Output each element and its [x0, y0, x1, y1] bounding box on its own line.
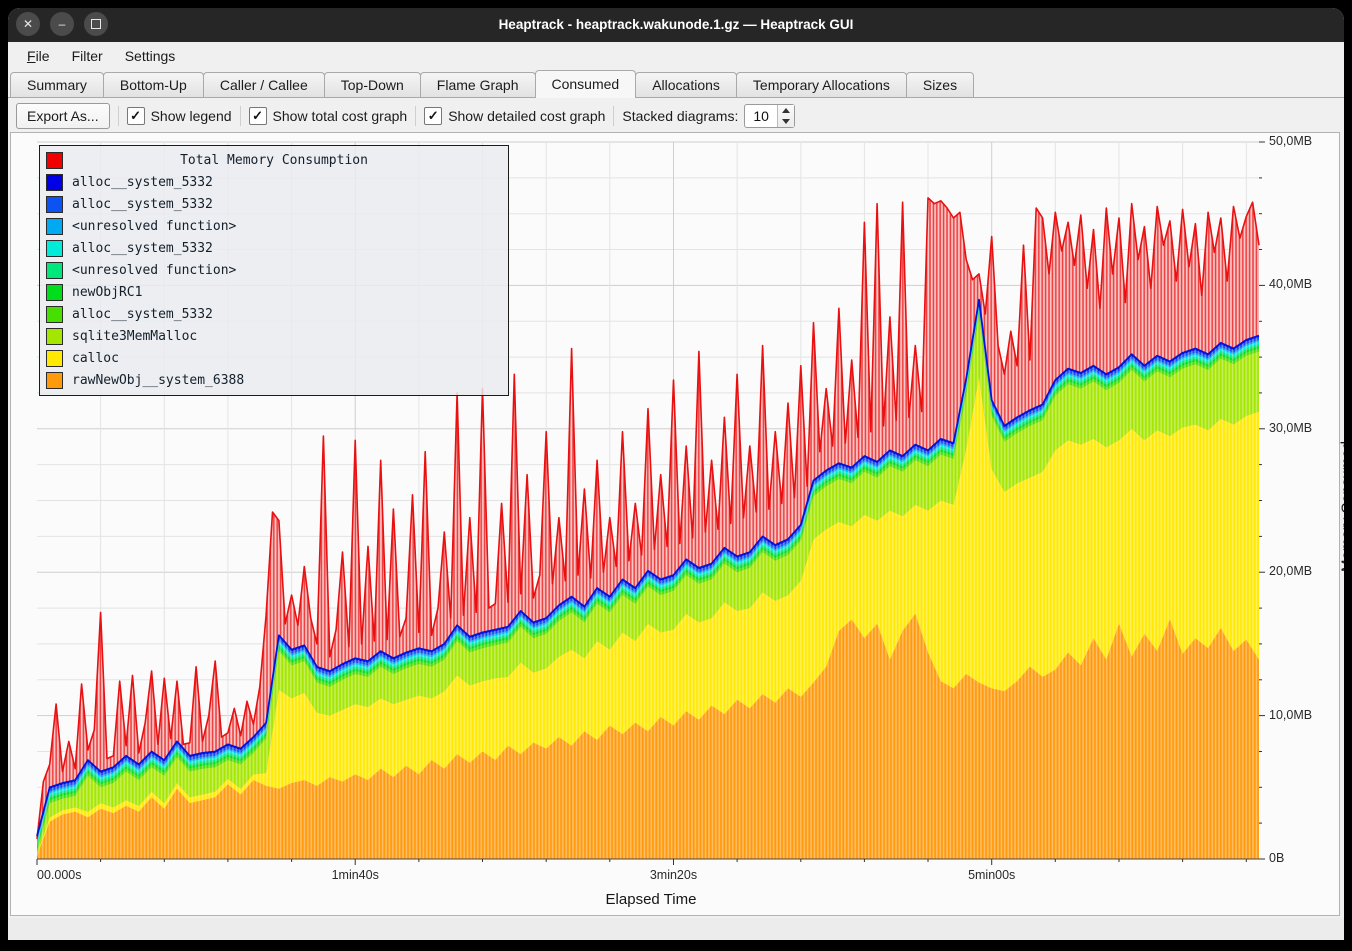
legend-label: alloc__system_5332 [72, 307, 213, 322]
menu-item-file[interactable]: File [18, 46, 59, 66]
stacked-diagrams-value: 10 [745, 105, 777, 127]
legend-swatch [46, 174, 63, 191]
legend-swatch [46, 328, 63, 345]
y-tick-label: 40,0MB [1269, 277, 1312, 291]
legend-swatch [46, 196, 63, 213]
title-bar: ✕ – Heaptrack - heaptrack.wakunode.1.gz … [8, 8, 1344, 42]
menu-item-filter[interactable]: Filter [63, 46, 112, 66]
chart-legend: Total Memory Consumption alloc__system_53… [39, 145, 509, 396]
stacked-diagrams-stepper[interactable]: 10 [744, 104, 795, 128]
checkbox-label: Show total cost graph [273, 108, 408, 124]
legend-label: newObjRC1 [72, 285, 142, 300]
checkbox-box[interactable]: ✓ [249, 107, 267, 125]
consumed-chart[interactable]: Total Memory Consumption alloc__system_53… [10, 132, 1340, 916]
legend-label: sqlite3MemMalloc [72, 329, 197, 344]
tab-sizes[interactable]: Sizes [906, 72, 974, 97]
window-title: Heaptrack - heaptrack.wakunode.1.gz — He… [8, 8, 1344, 42]
legend-title-row: Total Memory Consumption [40, 149, 508, 171]
stacked-diagrams-label: Stacked diagrams: [622, 108, 738, 124]
menu-bar: FileFilterSettings [8, 42, 1344, 69]
heaptrack-window: ✕ – Heaptrack - heaptrack.wakunode.1.gz … [8, 8, 1344, 940]
legend-swatch [46, 240, 63, 257]
legend-label: alloc__system_5332 [72, 175, 213, 190]
x-tick-label: 00.000s [37, 868, 117, 882]
legend-swatch [46, 262, 63, 279]
y-tick-label: 20,0MB [1269, 564, 1312, 578]
legend-item: sqlite3MemMalloc [40, 325, 508, 347]
legend-swatch [46, 284, 63, 301]
legend-item: alloc__system_5332 [40, 193, 508, 215]
tab-summary[interactable]: Summary [10, 72, 104, 97]
legend-label: rawNewObj__system_6388 [72, 373, 244, 388]
checkbox-show-total-cost-graph[interactable]: ✓ Show total cost graph [249, 107, 408, 125]
tab-bar: SummaryBottom-UpCaller / CalleeTop-DownF… [8, 69, 1344, 98]
legend-item: alloc__system_5332 [40, 237, 508, 259]
x-tick-label: 1min40s [315, 868, 395, 882]
checkbox-box[interactable]: ✓ [127, 107, 145, 125]
chevron-down-icon [782, 119, 790, 124]
legend-swatch [46, 350, 63, 367]
checkbox-label: Show detailed cost graph [448, 108, 605, 124]
stepper-up-button[interactable] [778, 105, 794, 116]
legend-swatch [46, 218, 63, 235]
tab-caller-callee[interactable]: Caller / Callee [203, 72, 325, 97]
toolbar-separator [415, 106, 416, 126]
toolbar-separator [118, 106, 119, 126]
tab-allocations[interactable]: Allocations [635, 72, 737, 97]
legend-swatch [46, 372, 63, 389]
tab-flame-graph[interactable]: Flame Graph [420, 72, 536, 97]
legend-item: calloc [40, 347, 508, 369]
chevron-up-icon [782, 108, 790, 113]
legend-label: <unresolved function> [72, 219, 236, 234]
toolbar-separator [240, 106, 241, 126]
toolbar-separator [613, 106, 614, 126]
legend-label: Total Memory Consumption [40, 153, 508, 168]
tab-temporary-allocations[interactable]: Temporary Allocations [736, 72, 907, 97]
legend-label: alloc__system_5332 [72, 197, 213, 212]
legend-item: newObjRC1 [40, 281, 508, 303]
y-tick-label: 30,0MB [1269, 421, 1312, 435]
menu-item-settings[interactable]: Settings [116, 46, 185, 66]
y-tick-label: 0B [1269, 851, 1284, 865]
tab-bottom-up[interactable]: Bottom-Up [103, 72, 204, 97]
toolbar: Export As... ✓ Show legend ✓ Show total cos… [8, 98, 1344, 134]
y-axis-title: Memory Consumed [1339, 427, 1345, 587]
legend-label: alloc__system_5332 [72, 241, 213, 256]
y-tick-label: 10,0MB [1269, 708, 1312, 722]
stepper-down-button[interactable] [778, 116, 794, 127]
status-bar [8, 918, 1344, 940]
tab-top-down[interactable]: Top-Down [324, 72, 421, 97]
tab-consumed[interactable]: Consumed [535, 70, 637, 98]
x-axis-title: Elapsed Time [11, 891, 1291, 908]
checkbox-box[interactable]: ✓ [424, 107, 442, 125]
legend-swatch [46, 306, 63, 323]
y-tick-label: 50,0MB [1269, 134, 1312, 148]
legend-label: <unresolved function> [72, 263, 236, 278]
x-tick-label: 3min20s [633, 868, 713, 882]
checkbox-show-legend[interactable]: ✓ Show legend [127, 107, 232, 125]
checkbox-label: Show legend [151, 108, 232, 124]
legend-item: rawNewObj__system_6388 [40, 369, 508, 391]
legend-label: calloc [72, 351, 119, 366]
legend-item: <unresolved function> [40, 259, 508, 281]
legend-item: alloc__system_5332 [40, 171, 508, 193]
legend-item: alloc__system_5332 [40, 303, 508, 325]
checkbox-show-detailed-cost-graph[interactable]: ✓ Show detailed cost graph [424, 107, 605, 125]
legend-item: <unresolved function> [40, 215, 508, 237]
export-as-button[interactable]: Export As... [16, 103, 110, 129]
x-tick-label: 5min00s [952, 868, 1032, 882]
